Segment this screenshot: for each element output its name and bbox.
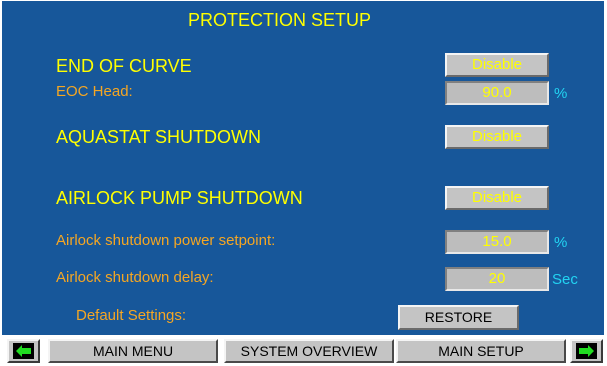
arrow-right-icon xyxy=(576,343,597,359)
main-panel: PROTECTION SETUP END OF CURVE Disable EO… xyxy=(2,1,604,335)
end-of-curve-toggle-button[interactable]: Disable xyxy=(445,53,549,77)
bottom-nav-bar: MAIN MENU SYSTEM OVERVIEW MAIN SETUP xyxy=(0,336,607,366)
page-title: PROTECTION SETUP xyxy=(188,10,372,30)
airlock-power-setpoint-label: Airlock shutdown power setpoint: xyxy=(56,232,276,249)
airlock-delay-unit: Sec xyxy=(552,271,578,288)
airlock-delay-label: Airlock shutdown delay: xyxy=(56,269,214,286)
airlock-delay-input[interactable]: 20 xyxy=(445,267,549,291)
prev-screen-button[interactable] xyxy=(7,339,40,363)
default-settings-label: Default Settings: xyxy=(76,307,187,324)
end-of-curve-label: END OF CURVE xyxy=(56,56,192,76)
next-screen-button[interactable] xyxy=(570,339,603,363)
aquastat-shutdown-toggle-button[interactable]: Disable xyxy=(445,125,549,149)
protection-setup-screen: PROTECTION SETUP END OF CURVE Disable EO… xyxy=(0,0,607,366)
airlock-pump-shutdown-toggle-button[interactable]: Disable xyxy=(445,186,549,210)
main-menu-button[interactable]: MAIN MENU xyxy=(48,339,218,363)
eoc-head-input[interactable]: 90.0 xyxy=(445,81,549,105)
system-overview-button[interactable]: SYSTEM OVERVIEW xyxy=(224,339,394,363)
airlock-power-setpoint-unit: % xyxy=(554,234,568,251)
eoc-head-label: EOC Head: xyxy=(56,83,133,100)
airlock-pump-shutdown-label: AIRLOCK PUMP SHUTDOWN xyxy=(56,188,303,208)
main-setup-button[interactable]: MAIN SETUP xyxy=(396,339,566,363)
arrow-left-icon xyxy=(13,343,34,359)
restore-button[interactable]: RESTORE xyxy=(398,305,519,330)
airlock-power-setpoint-input[interactable]: 15.0 xyxy=(445,230,549,254)
eoc-head-unit: % xyxy=(554,85,568,102)
aquastat-shutdown-label: AQUASTAT SHUTDOWN xyxy=(56,127,262,147)
